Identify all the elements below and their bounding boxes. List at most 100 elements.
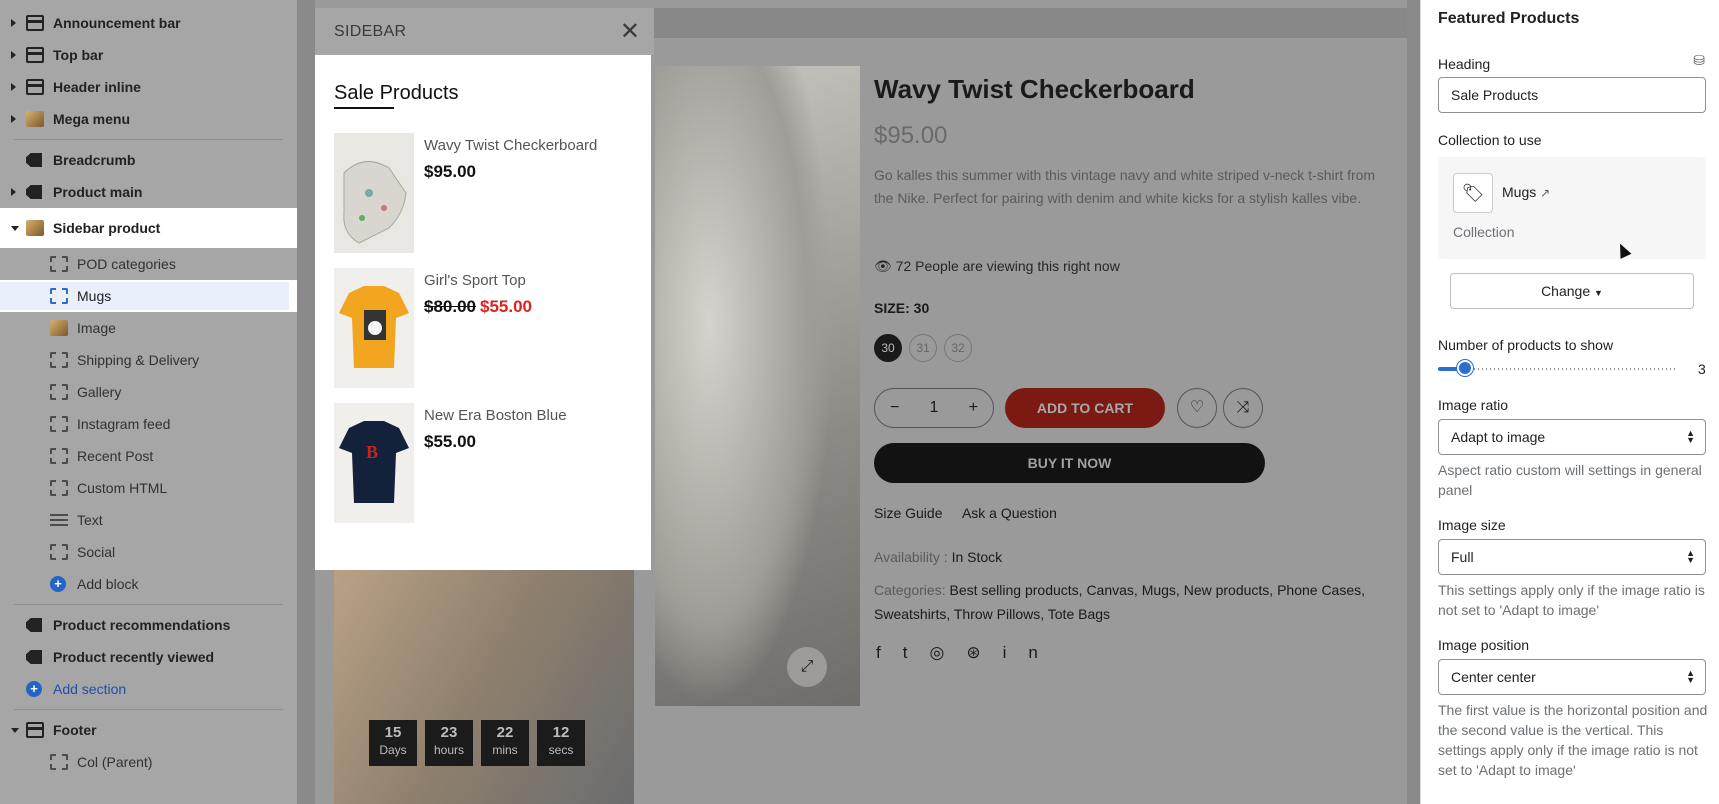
section-outline: Announcement bar Top bar Header inline M… bbox=[0, 0, 297, 804]
section-mega-menu[interactable]: Mega menu bbox=[0, 103, 297, 135]
buy-now-button[interactable]: BUY IT NOW bbox=[874, 443, 1265, 483]
section-header-inline[interactable]: Header inline bbox=[0, 71, 297, 103]
section-product-main[interactable]: Product main bbox=[0, 176, 297, 208]
caret-down-icon[interactable] bbox=[11, 225, 19, 231]
section-product-recently-viewed[interactable]: Product recently viewed bbox=[0, 641, 297, 673]
shuffle-icon[interactable]: ⤨ bbox=[1223, 388, 1263, 428]
layout-bar-icon bbox=[26, 79, 44, 95]
add-to-cart-button[interactable]: ADD TO CART bbox=[1005, 388, 1165, 428]
section-top-bar[interactable]: Top bar bbox=[0, 39, 297, 71]
instagram-icon[interactable]: ◎ bbox=[929, 643, 966, 662]
heading-input[interactable] bbox=[1438, 77, 1706, 113]
section-sidebar-product[interactable]: Sidebar product bbox=[0, 208, 297, 248]
countdown-num: 15 bbox=[384, 724, 402, 741]
caret-right-icon[interactable] bbox=[11, 115, 16, 123]
block-custom-html[interactable]: Custom HTML bbox=[0, 472, 297, 504]
caret-right-icon[interactable] bbox=[11, 51, 16, 59]
product-price: $80.00 $55.00 bbox=[424, 297, 532, 317]
add-block-button[interactable]: + Add block bbox=[0, 568, 297, 600]
size-guide-link[interactable]: Size Guide bbox=[874, 505, 942, 521]
num-products-label: Number of products to show bbox=[1438, 337, 1614, 353]
availability-label: Availability : bbox=[874, 549, 948, 565]
num-products-slider[interactable] bbox=[1438, 367, 1678, 371]
sidebar-product-item[interactable]: B New Era Boston Blue $55.00 bbox=[334, 403, 634, 523]
linkedin-icon[interactable]: in bbox=[1003, 643, 1060, 662]
section-breadcrumb[interactable]: Breadcrumb bbox=[0, 144, 297, 176]
add-block-label: Add block bbox=[77, 576, 139, 592]
caret-right-icon[interactable] bbox=[11, 19, 16, 27]
block-mugs[interactable]: Mugs bbox=[0, 280, 297, 312]
block-label: Custom HTML bbox=[77, 480, 168, 496]
sidebar-product-item[interactable]: Girl's Sport Top $80.00 $55.00 bbox=[334, 268, 634, 388]
image-position-label: Image position bbox=[1438, 637, 1530, 653]
block-icon bbox=[50, 288, 68, 304]
facebook-icon[interactable]: f bbox=[876, 643, 903, 662]
block-gallery[interactable]: Gallery bbox=[0, 376, 297, 408]
caret-down-icon[interactable] bbox=[11, 727, 19, 733]
divider bbox=[14, 709, 283, 710]
caret-right-icon[interactable] bbox=[11, 188, 16, 196]
block-icon bbox=[50, 384, 68, 400]
caret-right-icon[interactable] bbox=[11, 83, 16, 91]
change-button[interactable]: Change ▼ bbox=[1450, 273, 1694, 309]
plus-circle-icon: + bbox=[50, 576, 66, 592]
block-label: POD categories bbox=[77, 256, 176, 272]
block-label: Instagram feed bbox=[77, 416, 171, 432]
slider-handle[interactable] bbox=[1457, 360, 1473, 376]
heart-icon[interactable]: ♡ bbox=[1177, 388, 1217, 428]
collection-name[interactable]: Mugs ↗ bbox=[1502, 184, 1550, 200]
size-option[interactable]: 31 bbox=[909, 334, 937, 362]
image-ratio-help: Aspect ratio custom will settings in gen… bbox=[1438, 462, 1702, 498]
block-col-parent[interactable]: Col (Parent) bbox=[0, 746, 297, 778]
add-section-button[interactable]: + Add section bbox=[0, 673, 297, 705]
product-name[interactable]: New Era Boston Blue bbox=[424, 407, 567, 424]
section-label: Mega menu bbox=[53, 111, 131, 127]
product-thumbnail[interactable] bbox=[334, 133, 414, 253]
categories-list[interactable]: Best selling products, Canvas, Mugs, New… bbox=[874, 582, 1365, 622]
external-link-icon[interactable]: ↗ bbox=[1540, 186, 1550, 200]
section-product-recommendations[interactable]: Product recommendations bbox=[0, 609, 297, 641]
image-position-select[interactable]: Center center ▲ ▼ bbox=[1438, 659, 1706, 695]
plus-icon[interactable]: + bbox=[969, 399, 978, 417]
quantity-stepper[interactable]: − 1 + bbox=[874, 388, 994, 428]
block-shipping[interactable]: Shipping & Delivery bbox=[0, 344, 297, 376]
ask-question-link[interactable]: Ask a Question bbox=[962, 505, 1057, 521]
size-option[interactable]: 30 bbox=[874, 334, 902, 362]
countdown-unit: hours bbox=[433, 743, 465, 757]
section-footer[interactable]: Footer bbox=[0, 714, 297, 746]
block-recent-post[interactable]: Recent Post bbox=[0, 440, 297, 472]
expand-icon[interactable]: ⤢ bbox=[787, 647, 827, 687]
product-thumbnail[interactable]: B bbox=[334, 403, 414, 523]
sidebar-panel: Sale Products Wavy Twist Checkerboard $9… bbox=[315, 55, 651, 570]
select-value: Full bbox=[1451, 549, 1474, 565]
block-image[interactable]: Image bbox=[0, 312, 297, 344]
image-size-label: Image size bbox=[1438, 517, 1506, 533]
product-thumbnail[interactable] bbox=[334, 268, 414, 388]
size-option[interactable]: 32 bbox=[944, 334, 972, 362]
dynamic-source-icon[interactable]: ⛁ bbox=[1693, 52, 1705, 69]
block-icon bbox=[50, 448, 68, 464]
twitter-icon[interactable]: t bbox=[903, 643, 930, 662]
close-icon[interactable]: ✕ bbox=[620, 17, 640, 46]
product-name[interactable]: Girl's Sport Top bbox=[424, 272, 526, 289]
image-size-select[interactable]: Full ▲ ▼ bbox=[1438, 539, 1706, 575]
block-social[interactable]: Social bbox=[0, 536, 297, 568]
section-label: Product recently viewed bbox=[53, 649, 215, 665]
dribbble-icon[interactable]: ⊛ bbox=[966, 643, 1002, 662]
minus-icon[interactable]: − bbox=[890, 399, 899, 417]
countdown-num: 12 bbox=[552, 724, 570, 741]
product-name[interactable]: Wavy Twist Checkerboard bbox=[424, 137, 597, 154]
sidebar-heading: Sale Products bbox=[334, 82, 459, 104]
block-pod-categories[interactable]: POD categories bbox=[0, 248, 297, 280]
block-text[interactable]: Text bbox=[0, 504, 297, 536]
image-ratio-select[interactable]: Adapt to image ▲ ▼ bbox=[1438, 419, 1706, 455]
image-icon bbox=[26, 111, 44, 127]
sidebar-product-item[interactable]: Wavy Twist Checkerboard $95.00 bbox=[334, 133, 634, 253]
section-announcement-bar[interactable]: Announcement bar bbox=[0, 7, 297, 39]
block-instagram[interactable]: Instagram feed bbox=[0, 408, 297, 440]
section-label: Footer bbox=[53, 722, 97, 738]
block-label: Recent Post bbox=[77, 448, 154, 464]
viewing-text: 72 People are viewing this right now bbox=[895, 258, 1120, 274]
product-links: Size Guide Ask a Question bbox=[874, 505, 1057, 521]
image-size-help: This settings apply only if the image ra… bbox=[1438, 582, 1705, 618]
